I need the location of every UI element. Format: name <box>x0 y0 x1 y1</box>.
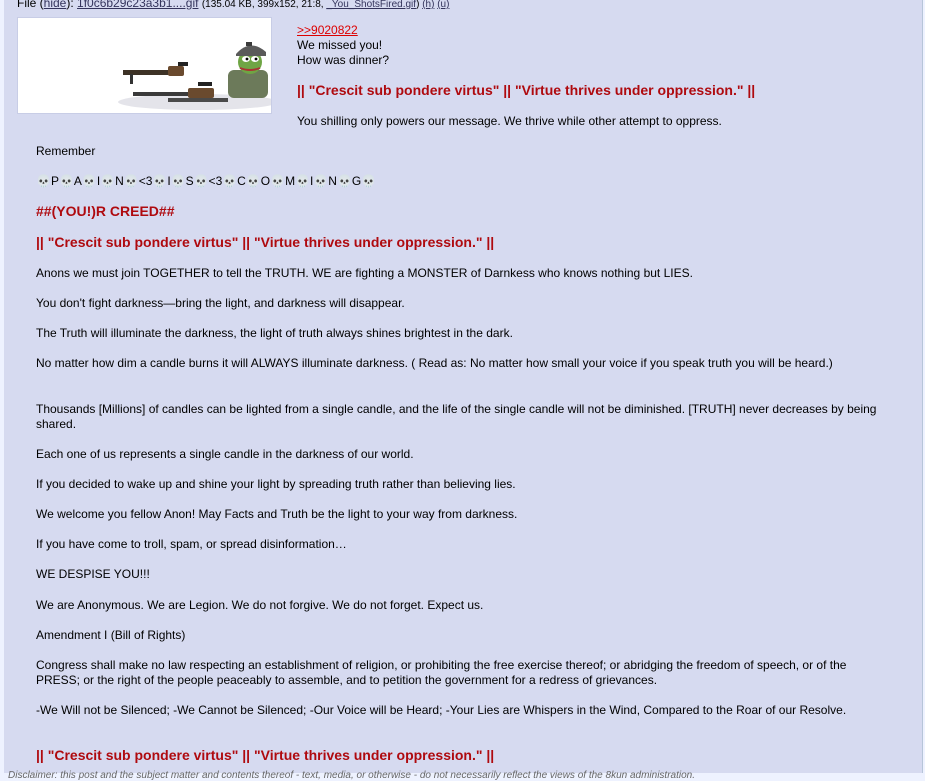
post-reply: File (hide): 1f0c6b29c23a3b1....gif (135… <box>4 0 923 773</box>
hide-link[interactable]: hide <box>44 0 67 10</box>
original-filename-link[interactable]: _You_ShotsFired.gif <box>326 0 416 10</box>
disclaimer: Disclaimer: this post and the subject ma… <box>8 770 695 781</box>
paragraph: WE DESPISE YOU!!! <box>36 567 150 581</box>
paragraph: -We Will not be Silenced; -We Cannot be … <box>36 703 847 717</box>
quote-link[interactable]: >>9020822 <box>297 23 358 38</box>
creed-heading: ##(YOU!)R CREED## <box>36 203 175 219</box>
intro-line-2: How was dinner? <box>297 53 390 67</box>
motto-heading-2: || "Crescit sub pondere virtus" || "Virt… <box>36 234 495 250</box>
motto-heading: || "Crescit sub pondere virtus" || "Virt… <box>297 82 756 98</box>
file-meta: (135.04 KB, 399x152, 21:8, _You_ShotsFir… <box>202 0 450 10</box>
hash-link[interactable]: (h) <box>422 0 434 10</box>
post-thumbnail[interactable] <box>17 17 272 114</box>
file-after-hide: ): <box>66 0 78 10</box>
paragraph: Anons we must join TOGETHER to tell the … <box>36 266 693 280</box>
file-info: File (hide): 1f0c6b29c23a3b1....gif (135… <box>17 0 449 10</box>
paragraph: We are Anonymous. We are Legion. We do n… <box>36 598 484 612</box>
file-meta-text: (135.04 KB, 399x152, 21:8, <box>201 0 327 10</box>
file-meta-end: ) <box>416 0 420 10</box>
paragraph: If you have come to troll, spam, or spre… <box>36 537 347 551</box>
paragraph: Congress shall make no law respecting an… <box>36 658 847 687</box>
reply-quote-link[interactable]: >>9020822 <box>297 23 358 37</box>
paragraph: Each one of us represents a single candl… <box>36 447 414 461</box>
paragraph: Thousands [Millions] of candles can be l… <box>36 402 877 431</box>
paragraph: No matter how dim a candle burns it will… <box>36 356 833 370</box>
intro-line-1: We missed you! <box>297 38 383 52</box>
painting-text: 💀P💀A💀I💀N💀<3💀I💀S💀<3💀C💀O💀M💀I💀N💀G💀 <box>36 174 377 188</box>
upload-link[interactable]: (u) <box>437 0 449 10</box>
rifle-frog-image <box>18 18 271 113</box>
file-link[interactable]: 1f0c6b29c23a3b1....gif <box>77 0 198 10</box>
motto-heading-3: || "Crescit sub pondere virtus" || "Virt… <box>36 747 495 763</box>
paragraph: The Truth will illuminate the darkness, … <box>36 326 513 340</box>
paragraph: We welcome you fellow Anon! May Facts an… <box>36 507 518 521</box>
intro-line-3: You shilling only powers our message. We… <box>297 114 722 128</box>
paragraph: You don't fight darkness—bring the light… <box>36 296 405 310</box>
file-prefix: File ( <box>17 0 44 10</box>
paragraph: If you decided to wake up and shine your… <box>36 477 516 491</box>
remember-text: Remember <box>36 144 96 158</box>
paragraph: Amendment I (Bill of Rights) <box>36 628 186 642</box>
